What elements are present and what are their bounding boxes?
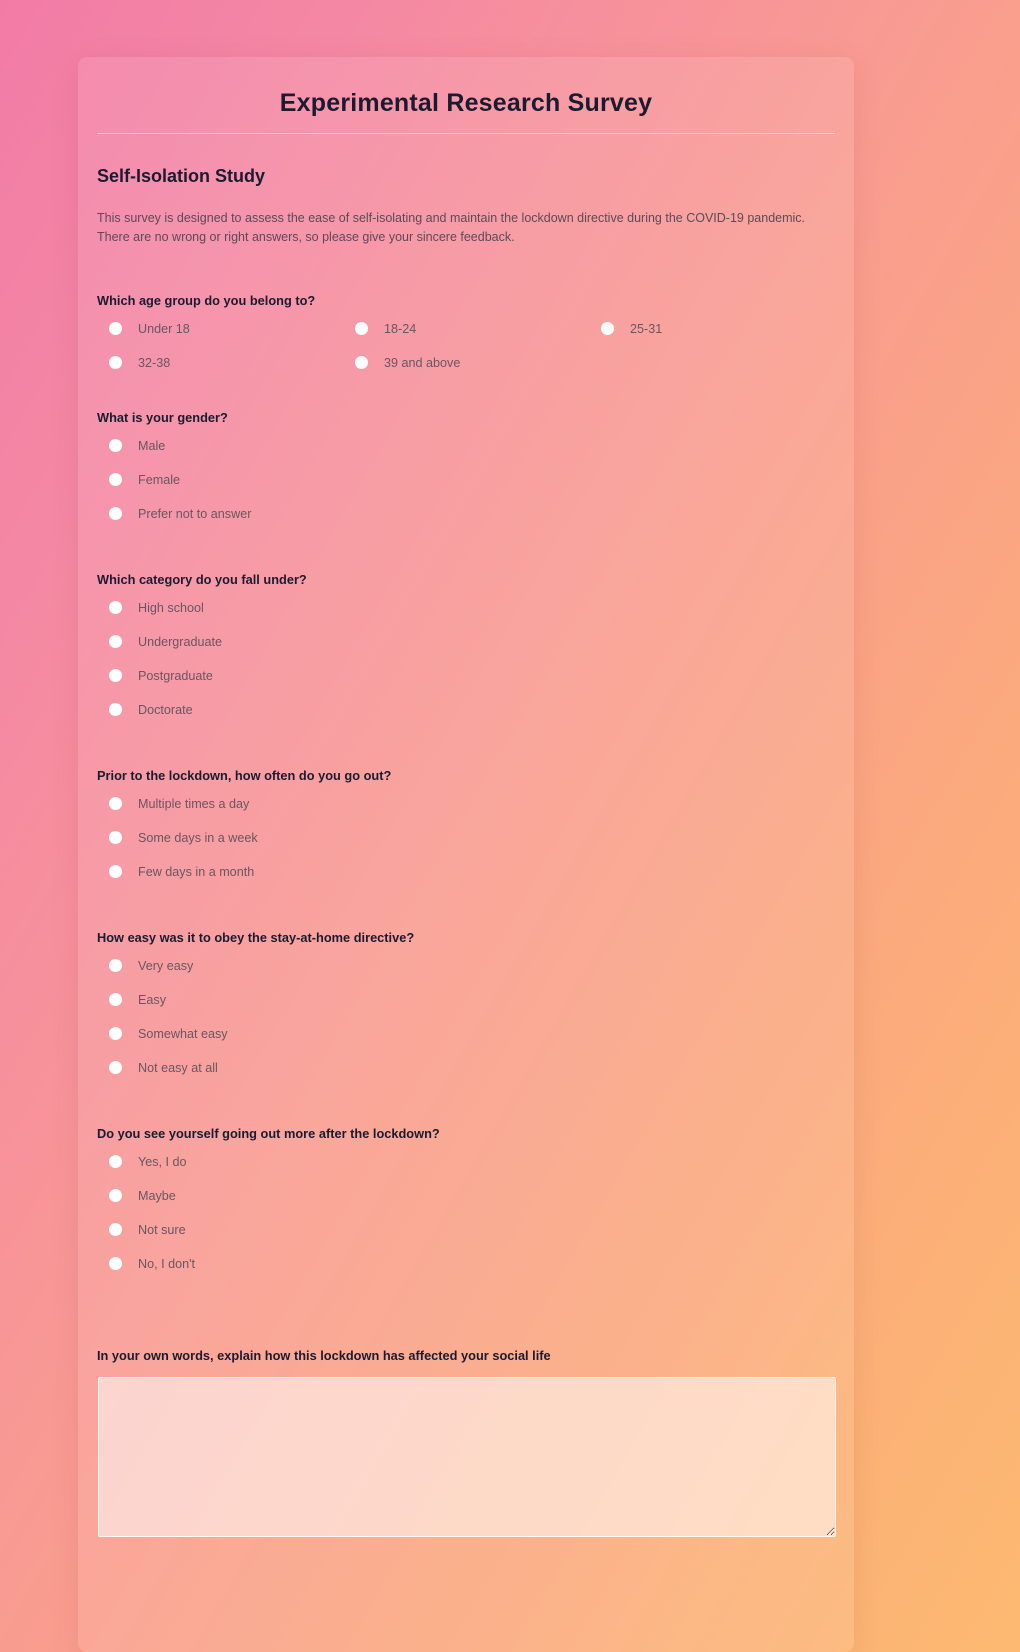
title-divider	[97, 133, 835, 134]
page-title: Experimental Research Survey	[279, 89, 653, 117]
questions-container: Which age group do you belong to? Under 1…	[97, 293, 835, 1286]
option-label: Maybe	[138, 1188, 176, 1203]
radio-option[interactable]: 39 and above	[343, 351, 589, 374]
question-label: Which category do you fall under?	[97, 572, 307, 587]
radio-button-icon[interactable]	[109, 865, 122, 878]
radio-button-icon[interactable]	[109, 473, 122, 486]
radio-button-icon[interactable]	[109, 797, 122, 810]
social-life-textarea[interactable]	[98, 1377, 836, 1537]
question-gender: What is your gender? Male Female Prefer not…	[97, 410, 835, 536]
survey-intro-text: This survey is designed to assess the ea…	[97, 211, 806, 244]
option-list: High school Undergraduate Postgraduate Doct…	[97, 596, 835, 732]
option-label: Some days in a week	[138, 830, 258, 845]
radio-button-icon[interactable]	[109, 669, 122, 682]
survey-card: Experimental Research Survey Self-Isolat…	[78, 57, 854, 1652]
radio-option[interactable]: 18-24	[343, 317, 589, 340]
radio-button-icon[interactable]	[355, 322, 368, 335]
question-social-life-impact: In your own words, explain how this lock…	[97, 1348, 836, 1537]
question-directive-ease: How easy was it to obey the stay-at-home…	[97, 930, 835, 1090]
radio-option[interactable]: Not easy at all	[97, 1056, 835, 1079]
question-label: Which age group do you belong to?	[97, 293, 316, 308]
radio-option[interactable]: Undergraduate	[97, 630, 835, 653]
radio-option[interactable]: Under 18	[97, 317, 343, 340]
radio-button-icon[interactable]	[109, 959, 122, 972]
option-label: Doctorate	[138, 702, 193, 717]
question-age-group: Which age group do you belong to? Under 1…	[97, 293, 835, 374]
radio-option[interactable]: Easy	[97, 988, 835, 1011]
option-label: Prefer not to answer	[138, 506, 252, 521]
radio-button-icon[interactable]	[601, 322, 614, 335]
question-label: What is your gender?	[97, 410, 228, 425]
radio-option[interactable]: Maybe	[97, 1184, 835, 1207]
radio-button-icon[interactable]	[109, 1155, 122, 1168]
radio-button-icon[interactable]	[109, 703, 122, 716]
question-education-category: Which category do you fall under? High sc…	[97, 572, 835, 732]
option-list: Multiple times a day Some days in a week F…	[97, 792, 835, 894]
radio-button-icon[interactable]	[109, 635, 122, 648]
radio-button-icon[interactable]	[109, 356, 122, 369]
radio-button-icon[interactable]	[109, 1189, 122, 1202]
radio-button-icon[interactable]	[109, 507, 122, 520]
radio-option[interactable]: Multiple times a day	[97, 792, 835, 815]
option-label: Under 18	[138, 321, 190, 336]
radio-button-icon[interactable]	[109, 1061, 122, 1074]
option-label: No, I don't	[138, 1256, 196, 1271]
option-label: Not sure	[138, 1222, 186, 1237]
option-label: 18-24	[384, 321, 417, 336]
radio-button-icon[interactable]	[109, 601, 122, 614]
radio-option[interactable]: Not sure	[97, 1218, 835, 1241]
option-label: Few days in a month	[138, 864, 255, 879]
radio-button-icon[interactable]	[109, 993, 122, 1006]
radio-option[interactable]: Very easy	[97, 954, 835, 977]
option-label: Undergraduate	[138, 634, 223, 649]
radio-button-icon[interactable]	[109, 322, 122, 335]
option-label: 32-38	[138, 355, 171, 370]
question-label: In your own words, explain how this lock…	[97, 1348, 551, 1363]
radio-button-icon[interactable]	[109, 439, 122, 452]
question-future-going-out: Do you see yourself going out more after…	[97, 1126, 835, 1286]
option-label: Somewhat easy	[138, 1026, 228, 1041]
radio-button-icon[interactable]	[109, 1257, 122, 1270]
radio-option[interactable]: 25-31	[589, 317, 835, 340]
option-label: High school	[138, 600, 204, 615]
question-going-out-frequency: Prior to the lockdown, how often do you …	[97, 768, 835, 894]
option-list: Yes, I do Maybe Not sure No, I don't	[97, 1150, 835, 1286]
survey-page: Experimental Research Survey Self-Isolat…	[0, 0, 1020, 1652]
option-label: Postgraduate	[138, 668, 213, 683]
radio-option[interactable]: Somewhat easy	[97, 1022, 835, 1045]
radio-option[interactable]: Few days in a month	[97, 860, 835, 883]
free-response-spacer	[97, 1322, 835, 1348]
radio-option[interactable]: Male	[97, 434, 835, 457]
option-label: 25-31	[630, 321, 663, 336]
radio-option[interactable]: Yes, I do	[97, 1150, 835, 1173]
radio-button-icon[interactable]	[109, 1223, 122, 1236]
option-label: Female	[138, 472, 180, 487]
radio-option[interactable]: High school	[97, 596, 835, 619]
option-label: Yes, I do	[138, 1154, 187, 1169]
option-label: Very easy	[138, 958, 194, 973]
radio-option[interactable]: Female	[97, 468, 835, 491]
radio-option[interactable]: Prefer not to answer	[97, 502, 835, 525]
option-label: Multiple times a day	[138, 796, 250, 811]
question-label: How easy was it to obey the stay-at-home…	[97, 930, 415, 945]
radio-button-icon[interactable]	[109, 1027, 122, 1040]
option-list: Under 18 18-24 25-31 32-38 39 and above	[97, 317, 835, 374]
option-label: Male	[138, 438, 166, 453]
radio-button-icon[interactable]	[355, 356, 368, 369]
question-label: Do you see yourself going out more after…	[97, 1126, 440, 1141]
radio-option[interactable]: Some days in a week	[97, 826, 835, 849]
radio-option[interactable]: No, I don't	[97, 1252, 835, 1275]
study-subtitle: Self-Isolation Study	[97, 166, 266, 186]
option-list: Male Female Prefer not to answer	[97, 434, 835, 536]
question-label: Prior to the lockdown, how often do you …	[97, 768, 392, 783]
radio-button-icon[interactable]	[109, 831, 122, 844]
option-list: Very easy Easy Somewhat easy Not easy at al…	[97, 954, 835, 1090]
radio-option[interactable]: Postgraduate	[97, 664, 835, 687]
option-label: 39 and above	[384, 355, 461, 370]
option-label: Easy	[138, 992, 166, 1007]
radio-option[interactable]: Doctorate	[97, 698, 835, 721]
option-label: Not easy at all	[138, 1060, 218, 1075]
radio-option[interactable]: 32-38	[97, 351, 343, 374]
